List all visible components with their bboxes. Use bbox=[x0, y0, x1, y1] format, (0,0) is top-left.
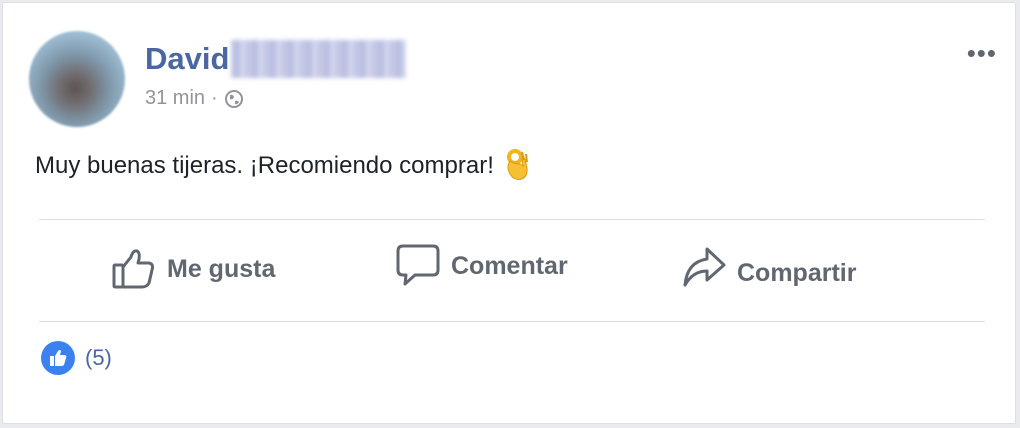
like-label: Me gusta bbox=[167, 254, 276, 283]
share-button[interactable]: Compartir bbox=[681, 245, 856, 291]
comment-label: Comentar bbox=[451, 251, 568, 280]
author-name-row[interactable]: David bbox=[145, 40, 407, 78]
like-button[interactable]: Me gusta bbox=[111, 247, 275, 291]
divider-bottom bbox=[39, 321, 985, 322]
share-arrow-icon bbox=[683, 247, 726, 287]
like-count: (5) bbox=[85, 345, 112, 370]
reactions-summary[interactable]: (5) bbox=[41, 341, 112, 375]
post-text-row: Muy buenas tijeras. ¡Recomiendo comprar! bbox=[35, 148, 532, 184]
comment-bubble-icon bbox=[396, 244, 440, 286]
post-timestamp[interactable]: 31 min bbox=[145, 87, 205, 110]
meta-separator: · bbox=[211, 87, 218, 109]
share-label: Compartir bbox=[737, 258, 857, 287]
divider-top bbox=[39, 219, 985, 220]
thumbs-up-icon bbox=[112, 249, 155, 289]
comment-button[interactable]: Comentar bbox=[395, 243, 568, 289]
redacted-surname bbox=[231, 40, 407, 78]
ok-hand-emoji-icon bbox=[506, 149, 528, 180]
more-options-icon[interactable]: ••• bbox=[967, 40, 997, 66]
avatar[interactable] bbox=[29, 31, 125, 127]
post-text: Muy buenas tijeras. ¡Recomiendo comprar! bbox=[35, 152, 494, 179]
author-name[interactable]: David bbox=[145, 41, 229, 77]
like-badge-icon bbox=[41, 341, 75, 375]
post-meta: 31 min · bbox=[145, 87, 244, 110]
post-card: David 31 min · ••• Muy buenas tijeras. ¡… bbox=[2, 2, 1016, 424]
globe-icon[interactable] bbox=[224, 89, 244, 109]
